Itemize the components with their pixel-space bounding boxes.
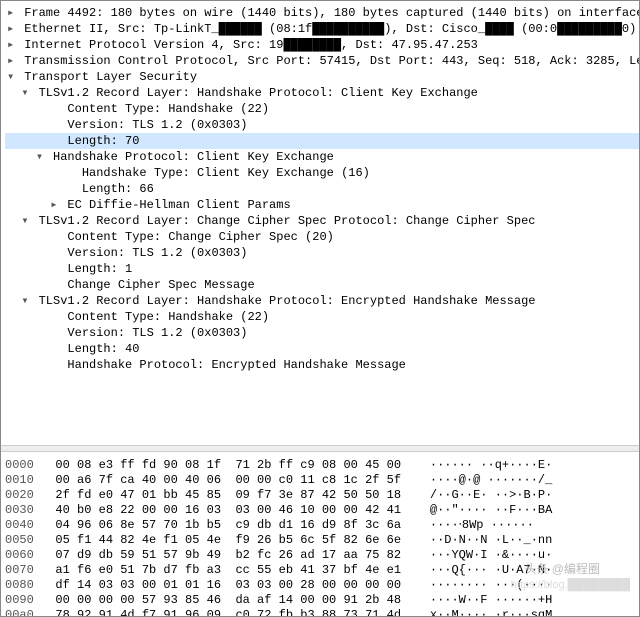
hex-offset: 0040: [5, 518, 34, 532]
arrow-down-icon[interactable]: ▾: [7, 69, 17, 85]
hex-offset: 0000: [5, 458, 34, 472]
detail-row[interactable]: Version: TLS 1.2 (0x0303): [5, 117, 639, 133]
detail-row[interactable]: Length: 1: [5, 261, 639, 277]
hex-row[interactable]: 0010 00 a6 7f ca 40 00 40 06 00 00 c0 11…: [5, 473, 635, 488]
toutiao-watermark: 头条 @编程圈: [524, 560, 600, 577]
arrow-right-icon[interactable]: ▸: [7, 53, 17, 69]
detail-row[interactable]: Change Cipher Spec Message: [5, 277, 639, 293]
arrow-down-icon[interactable]: ▾: [21, 85, 31, 101]
hex-offset: 0010: [5, 473, 34, 487]
pane-divider[interactable]: [1, 445, 639, 452]
detail-row[interactable]: ▸ Internet Protocol Version 4, Src: 19██…: [5, 37, 639, 53]
detail-row[interactable]: Length: 66: [5, 181, 639, 197]
arrow-spacer: [36, 261, 46, 277]
packet-details-pane[interactable]: ▸ Frame 4492: 180 bytes on wire (1440 bi…: [1, 1, 639, 445]
arrow-spacer: [36, 245, 46, 261]
hex-offset: 0090: [5, 593, 34, 607]
arrow-spacer: [36, 357, 46, 373]
detail-row[interactable]: Length: 40: [5, 341, 639, 357]
arrow-spacer: [36, 133, 46, 149]
detail-row[interactable]: Content Type: Handshake (22): [5, 101, 639, 117]
hex-offset: 0060: [5, 548, 34, 562]
detail-row[interactable]: Handshake Protocol: Encrypted Handshake …: [5, 357, 639, 373]
hex-row[interactable]: 0020 2f fd e0 47 01 bb 45 85 09 f7 3e 87…: [5, 488, 635, 503]
hex-offset: 00a0: [5, 608, 34, 616]
detail-row[interactable]: ▾ Handshake Protocol: Client Key Exchang…: [5, 149, 639, 165]
detail-row[interactable]: Version: TLS 1.2 (0x0303): [5, 245, 639, 261]
detail-row[interactable]: ▸ Transmission Control Protocol, Src Por…: [5, 53, 639, 69]
hex-row[interactable]: 0000 00 08 e3 ff fd 90 08 1f 71 2b ff c9…: [5, 458, 635, 473]
detail-row[interactable]: ▾ TLSv1.2 Record Layer: Handshake Protoc…: [5, 85, 639, 101]
arrow-down-icon[interactable]: ▾: [36, 149, 46, 165]
hex-offset: 0030: [5, 503, 34, 517]
detail-row[interactable]: Length: 70: [5, 133, 639, 149]
arrow-down-icon[interactable]: ▾: [21, 293, 31, 309]
packet-bytes-pane[interactable]: 0000 00 08 e3 ff fd 90 08 1f 71 2b ff c9…: [1, 452, 639, 616]
detail-row[interactable]: ▸ EC Diffie-Hellman Client Params: [5, 197, 639, 213]
detail-row[interactable]: ▸ Ethernet II, Src: Tp-LinkT_██████ (08:…: [5, 21, 639, 37]
detail-row[interactable]: ▾ TLSv1.2 Record Layer: Change Cipher Sp…: [5, 213, 639, 229]
arrow-spacer: [36, 309, 46, 325]
arrow-spacer: [36, 229, 46, 245]
arrow-down-icon[interactable]: ▾: [21, 213, 31, 229]
hex-row[interactable]: 0030 40 b0 e8 22 00 00 16 03 03 00 46 10…: [5, 503, 635, 518]
arrow-right-icon[interactable]: ▸: [7, 5, 17, 21]
hex-offset: 0070: [5, 563, 34, 577]
arrow-right-icon[interactable]: ▸: [7, 21, 17, 37]
arrow-right-icon[interactable]: ▸: [50, 197, 60, 213]
detail-row[interactable]: Version: TLS 1.2 (0x0303): [5, 325, 639, 341]
detail-row[interactable]: ▾ TLSv1.2 Record Layer: Handshake Protoc…: [5, 293, 639, 309]
csdn-watermark: https://blog.████████: [511, 579, 630, 591]
arrow-spacer: [36, 341, 46, 357]
hex-row[interactable]: 0050 05 f1 44 82 4e f1 05 4e f9 26 b5 6c…: [5, 533, 635, 548]
arrow-spacer: [36, 325, 46, 341]
hex-offset: 0050: [5, 533, 34, 547]
arrow-spacer: [36, 117, 46, 133]
detail-row[interactable]: ▾ Transport Layer Security: [5, 69, 639, 85]
hex-row[interactable]: 0090 00 00 00 00 57 93 85 46 da af 14 00…: [5, 593, 635, 608]
arrow-spacer: [36, 101, 46, 117]
hex-offset: 0020: [5, 488, 34, 502]
detail-row[interactable]: ▸ Frame 4492: 180 bytes on wire (1440 bi…: [5, 5, 639, 21]
detail-row[interactable]: Content Type: Change Cipher Spec (20): [5, 229, 639, 245]
arrow-spacer: [50, 165, 60, 181]
hex-row[interactable]: 00a0 78 92 91 4d f7 91 96 09 c0 72 fb b3…: [5, 608, 635, 616]
hex-row[interactable]: 0040 04 96 06 8e 57 70 1b b5 c9 db d1 16…: [5, 518, 635, 533]
detail-row[interactable]: Content Type: Handshake (22): [5, 309, 639, 325]
hex-offset: 0080: [5, 578, 34, 592]
arrow-spacer: [50, 181, 60, 197]
arrow-spacer: [36, 277, 46, 293]
arrow-right-icon[interactable]: ▸: [7, 37, 17, 53]
detail-row[interactable]: Handshake Type: Client Key Exchange (16): [5, 165, 639, 181]
